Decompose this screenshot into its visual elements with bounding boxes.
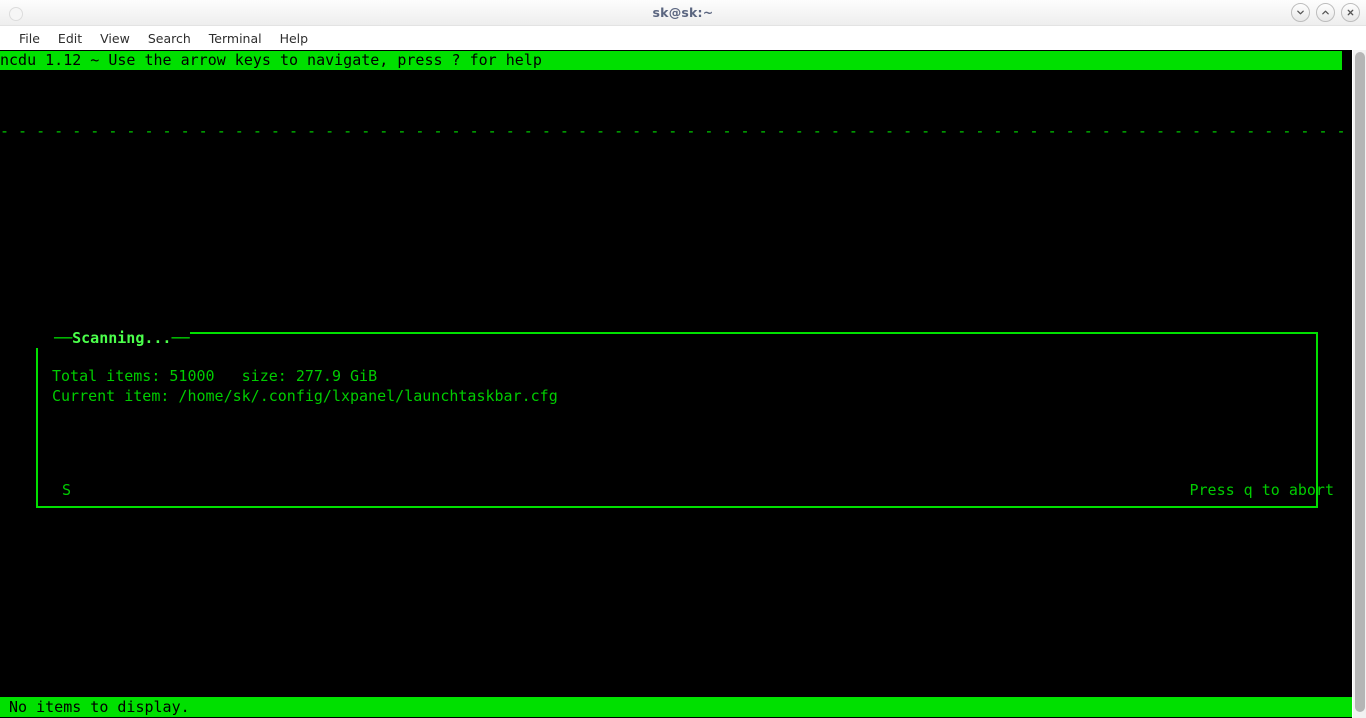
dialog-title-dash-right: ── — [171, 329, 190, 347]
dialog-title-label: Scanning... — [72, 329, 172, 347]
menu-item-help[interactable]: Help — [271, 29, 318, 48]
window-titlebar: sk@sk:~ — [0, 0, 1366, 26]
minimize-button[interactable] — [1291, 3, 1310, 22]
terminal-screen[interactable]: ncdu 1.12 ~ Use the arrow keys to naviga… — [0, 50, 1352, 718]
ncdu-separator-row: - - - - - - - - - - - - - - - - - - - - … — [0, 122, 1346, 140]
current-item-line: Current item: /home/sk/.config/lxpanel/l… — [52, 387, 558, 405]
scanning-dialog — [36, 332, 1318, 508]
status-bar: No items to display. — [0, 697, 1352, 717]
menu-item-terminal[interactable]: Terminal — [200, 29, 271, 48]
window-controls — [1291, 3, 1360, 22]
chevron-up-icon — [1322, 10, 1329, 15]
menu-item-edit[interactable]: Edit — [49, 29, 91, 48]
scan-spinner: S — [62, 481, 72, 499]
menu-item-view[interactable]: View — [91, 29, 139, 48]
terminal-window: sk@sk:~ File Edit View Search Terminal H… — [0, 0, 1366, 718]
scanning-dialog-title-row: ──Scanning...── — [36, 328, 190, 348]
abort-hint: Press q to abort — [1189, 481, 1335, 499]
dialog-title-dash-left: ── — [36, 329, 73, 347]
chevron-down-icon — [1297, 10, 1304, 15]
ncdu-header-bar: ncdu 1.12 ~ Use the arrow keys to naviga… — [0, 51, 1342, 70]
window-title: sk@sk:~ — [652, 5, 714, 20]
menubar: File Edit View Search Terminal Help — [0, 26, 1366, 50]
close-x-icon — [1347, 9, 1354, 16]
total-items-line: Total items: 51000 size: 277.9 GiB — [52, 367, 378, 385]
terminal-scrollbar[interactable] — [1352, 50, 1366, 718]
maximize-button[interactable] — [1316, 3, 1335, 22]
menu-item-search[interactable]: Search — [139, 29, 200, 48]
menu-item-file[interactable]: File — [10, 29, 49, 48]
close-button[interactable] — [1341, 3, 1360, 22]
scrollbar-thumb[interactable] — [1355, 52, 1365, 712]
